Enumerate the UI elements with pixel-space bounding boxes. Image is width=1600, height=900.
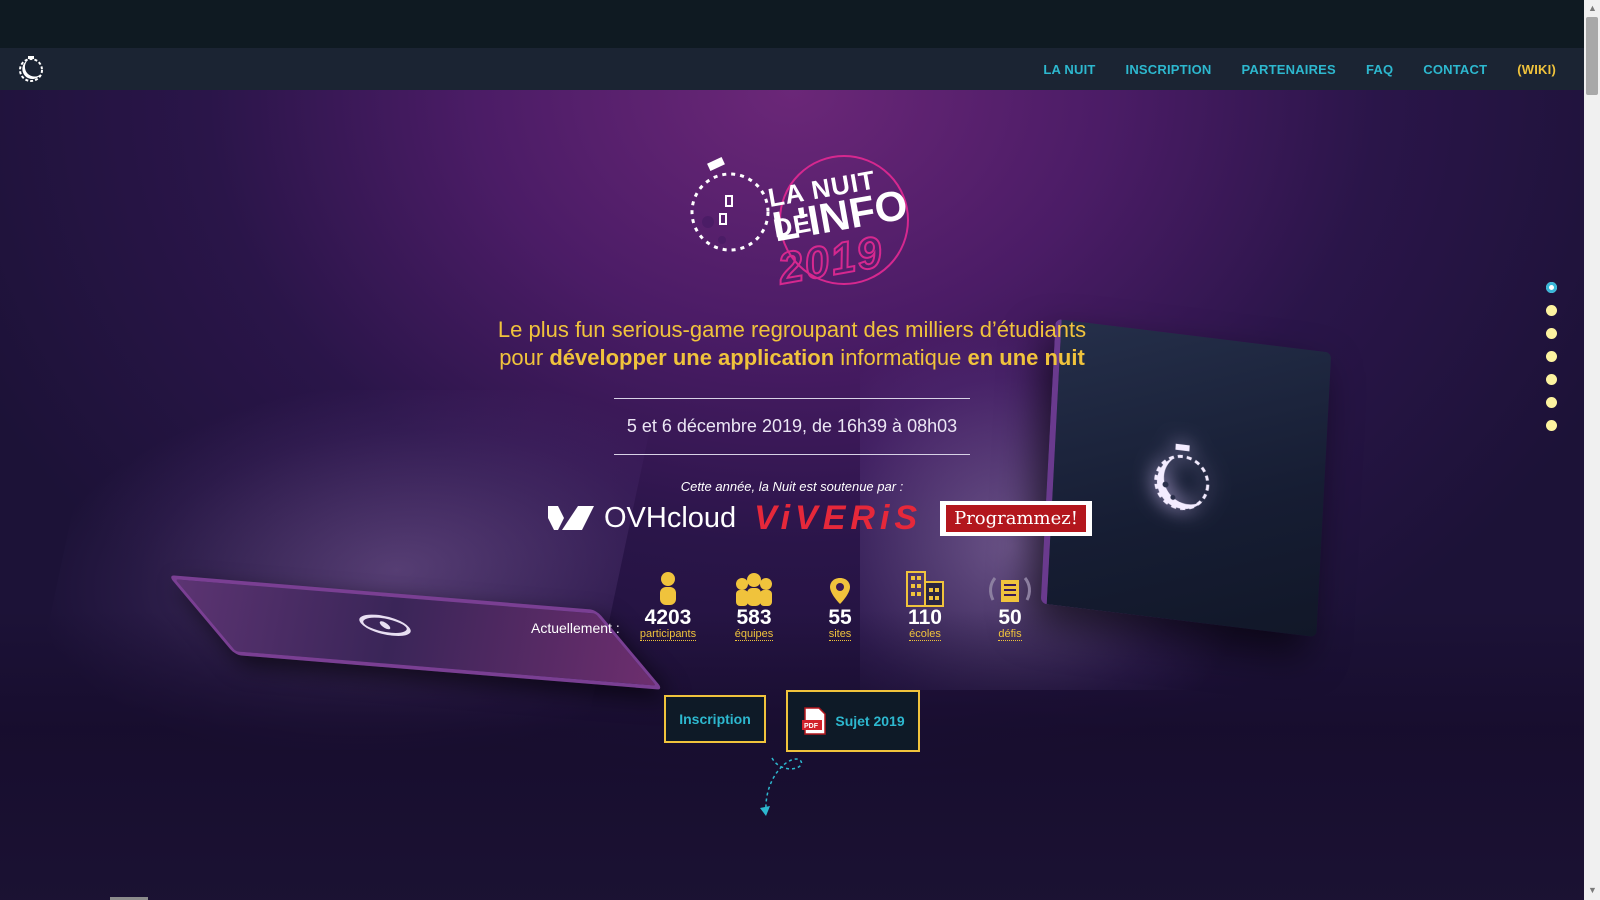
stat-equipes-value: 583 bbox=[736, 606, 772, 629]
map-pin-icon bbox=[830, 578, 850, 604]
stat-defis: 50 défis bbox=[970, 570, 1050, 641]
nav-partenaires[interactable]: PARTENAIRES bbox=[1242, 62, 1336, 77]
scroll-down-icon[interactable]: ▼ bbox=[1588, 886, 1597, 895]
ovh-mark-icon bbox=[548, 506, 594, 530]
building-icon bbox=[906, 571, 944, 607]
scroll-down-arrow-icon[interactable] bbox=[760, 750, 820, 820]
ovhcloud-logo[interactable]: OVHcloud bbox=[546, 502, 736, 535]
tagline-part-b: développer une application bbox=[549, 345, 835, 370]
stat-participants-label[interactable]: participants bbox=[639, 628, 697, 641]
top-strip bbox=[0, 0, 1584, 48]
programmez-text: Programmez! bbox=[946, 504, 1086, 532]
tagline-part-a: pour bbox=[499, 345, 550, 370]
ovhcloud-text: OVHcloud bbox=[604, 501, 737, 534]
inscription-button[interactable]: Inscription bbox=[664, 695, 766, 743]
stat-sites-label[interactable]: sites bbox=[828, 628, 852, 641]
section-dot-4[interactable] bbox=[1546, 351, 1557, 362]
sujet-2019-button[interactable]: PDF Sujet 2019 bbox=[786, 690, 920, 752]
stat-equipes: 583 équipes bbox=[714, 570, 794, 641]
section-dot-7[interactable] bbox=[1546, 420, 1557, 431]
inscription-button-label: Inscription bbox=[679, 711, 751, 727]
divider-top bbox=[614, 398, 970, 399]
section-dots-nav bbox=[1546, 282, 1558, 443]
programmez-logo[interactable]: Programmez! bbox=[940, 500, 1092, 536]
section-dot-3[interactable] bbox=[1546, 328, 1557, 339]
scroll-up-icon[interactable]: ▲ bbox=[1588, 4, 1597, 13]
nav-contact[interactable]: CONTACT bbox=[1423, 62, 1487, 77]
laurel-icon bbox=[989, 577, 1031, 602]
pdf-icon: PDF bbox=[802, 707, 827, 735]
stat-ecoles-label[interactable]: écoles bbox=[909, 628, 941, 641]
section-dot-1[interactable] bbox=[1546, 282, 1557, 293]
tagline-line1: Le plus fun serious-game regroupant des … bbox=[497, 317, 1087, 342]
sujet-2019-button-label: Sujet 2019 bbox=[835, 713, 905, 729]
stat-ecoles-value: 110 bbox=[908, 606, 942, 629]
tagline-part-c: informatique bbox=[834, 345, 968, 370]
stat-sites-value: 55 bbox=[828, 606, 852, 629]
sponsors-label: Cette année, la Nuit est soutenue par : bbox=[680, 479, 904, 494]
stat-sites: 55 sites bbox=[800, 570, 880, 641]
nav-wiki[interactable]: (WIKI) bbox=[1517, 62, 1556, 77]
person-icon bbox=[660, 572, 676, 605]
stats-label: Actuellement : bbox=[531, 620, 620, 636]
stat-participants-value: 4203 bbox=[644, 606, 692, 629]
nav-inscription[interactable]: INSCRIPTION bbox=[1126, 62, 1212, 77]
nav-la-nuit[interactable]: LA NUIT bbox=[1043, 62, 1095, 77]
stat-defis-value: 50 bbox=[998, 606, 1022, 629]
brand-logo: LA NUIT DE L'INFO 2019 bbox=[678, 152, 918, 302]
scrollbar-thumb[interactable] bbox=[1586, 17, 1598, 95]
moon-clock-logo-icon[interactable] bbox=[16, 54, 46, 84]
sponsors-row: OVHcloud ViVERiS Programmez! bbox=[546, 499, 1092, 538]
tagline-part-d: en une nuit bbox=[967, 345, 1085, 370]
team-icon bbox=[736, 573, 772, 606]
tablet-logo-icon bbox=[359, 614, 411, 636]
navbar: LA NUIT INSCRIPTION PARTENAIRES FAQ CONT… bbox=[0, 48, 1584, 90]
section-dot-5[interactable] bbox=[1546, 374, 1557, 385]
section-dot-2[interactable] bbox=[1546, 305, 1557, 316]
vertical-scrollbar[interactable]: ▲ ▼ bbox=[1584, 0, 1600, 900]
stat-defis-label[interactable]: défis bbox=[998, 628, 1022, 641]
event-date: 5 et 6 décembre 2019, de 16h39 à 08h03 bbox=[626, 416, 958, 436]
stat-ecoles: 110 écoles bbox=[885, 570, 965, 641]
main-nav: LA NUIT INSCRIPTION PARTENAIRES FAQ CONT… bbox=[1043, 48, 1556, 90]
nav-faq[interactable]: FAQ bbox=[1366, 62, 1393, 77]
hero-section: LA NUIT DE L'INFO 2019 Le plus fun serio… bbox=[0, 90, 1584, 900]
stat-equipes-label[interactable]: équipes bbox=[734, 628, 774, 641]
section-dot-6[interactable] bbox=[1546, 397, 1557, 408]
tagline-line2: pour développer une application informat… bbox=[0, 344, 1584, 372]
stat-participants: 4203 participants bbox=[628, 570, 708, 641]
viveris-logo[interactable]: ViVERiS bbox=[754, 499, 922, 538]
divider-bottom bbox=[614, 454, 970, 455]
svg-text:PDF: PDF bbox=[804, 723, 819, 730]
